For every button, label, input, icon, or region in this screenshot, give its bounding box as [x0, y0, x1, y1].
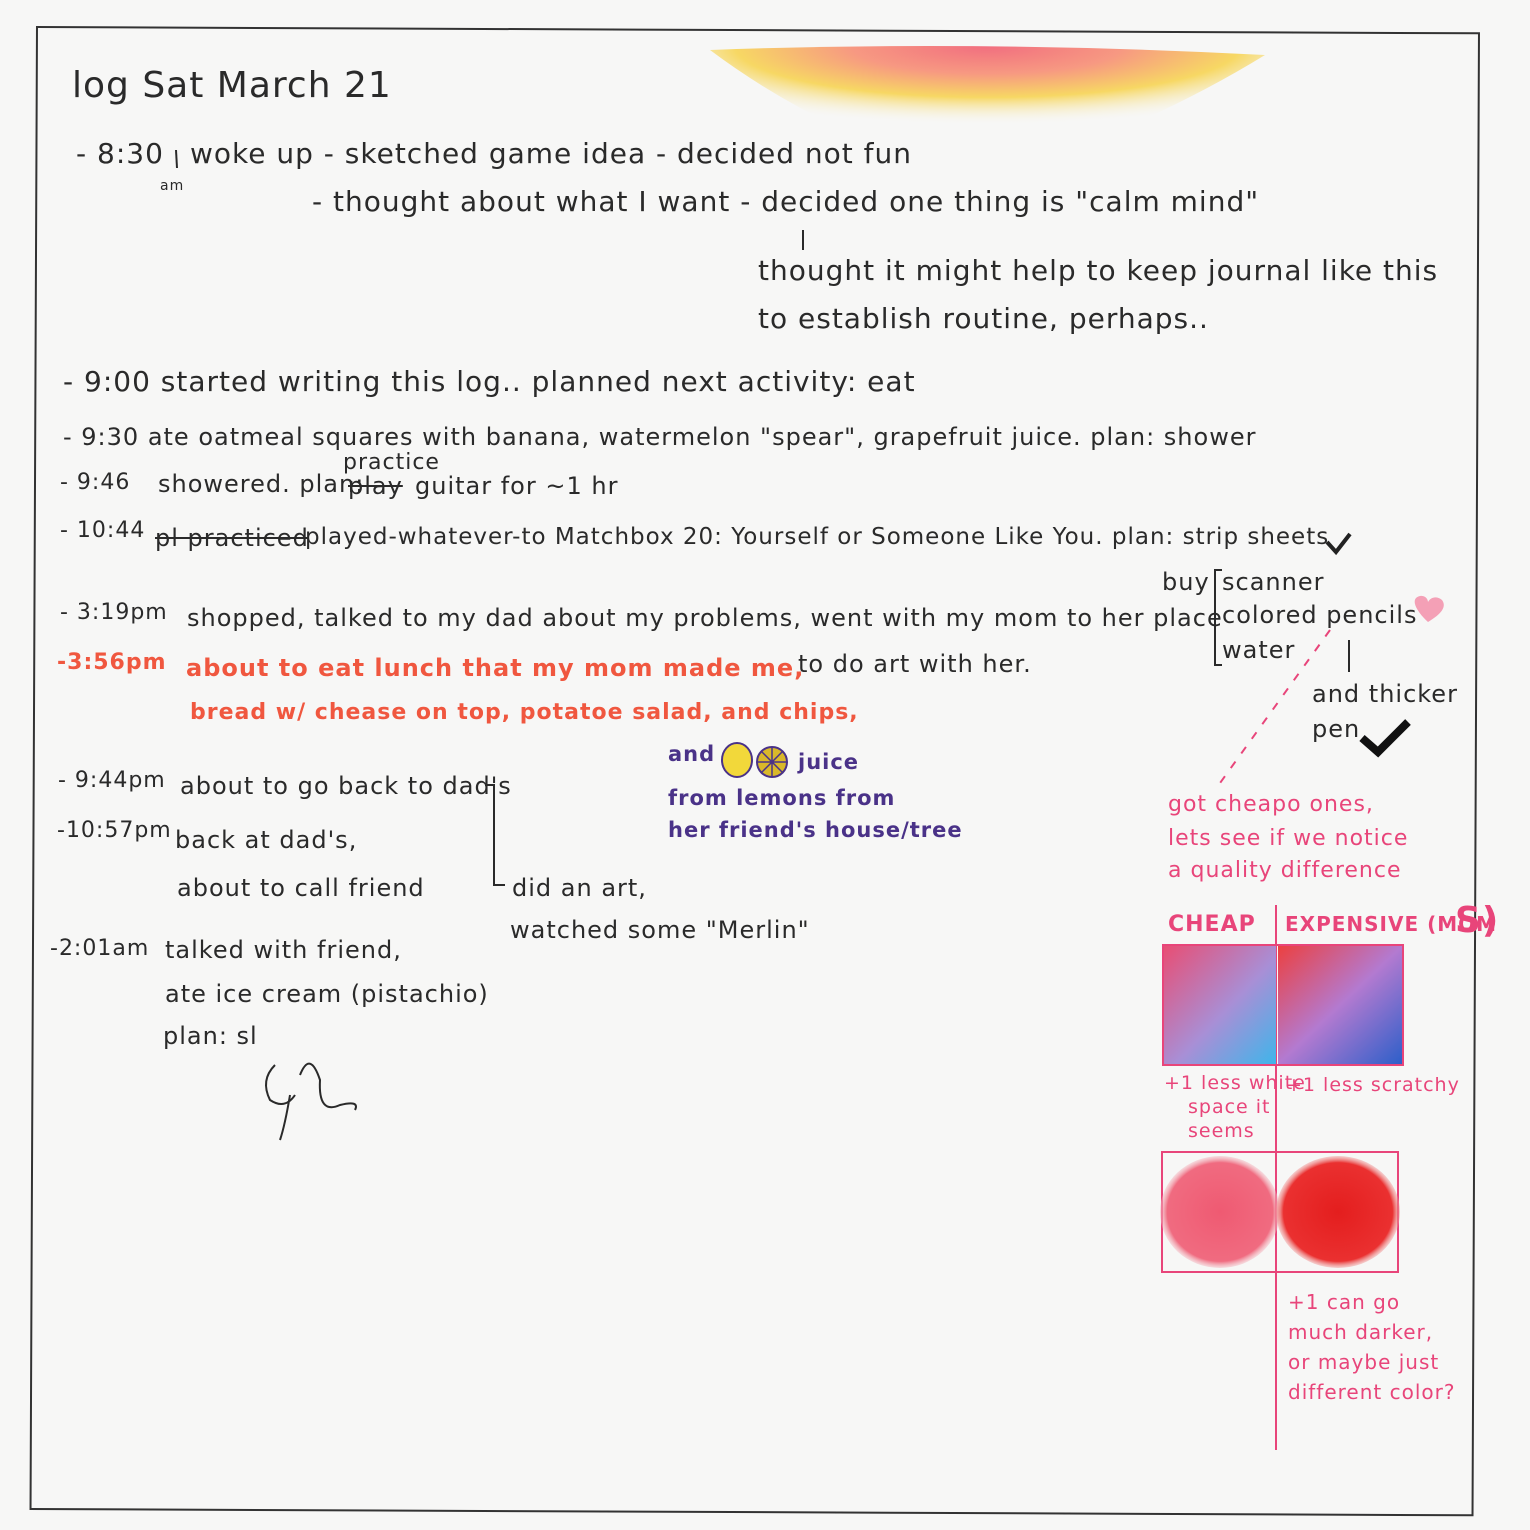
dark-note-1: +1 can go	[1288, 1290, 1401, 1314]
dark-note-4: different color?	[1288, 1380, 1456, 1404]
entry-319-line-1: shopped, talked to my dad about my probl…	[187, 604, 1223, 632]
buy-item-scanner: scanner	[1222, 568, 1325, 596]
entry-946-text-2: guitar for ~1 hr	[415, 472, 619, 500]
entry-930: - 9:30 ate oatmeal squares with banana, …	[63, 423, 1257, 451]
entry-944-text: about to go back to dad's	[180, 772, 512, 800]
entry-319-line-2: to do art with her.	[798, 650, 1032, 678]
juice-line-3: her friend's house/tree	[668, 818, 963, 842]
cheap-label: CHEAP	[1168, 912, 1256, 937]
entry-944-time: - 9:44pm	[58, 768, 166, 793]
entry-1057-time: -10:57pm	[57, 818, 172, 843]
entry-900: - 9:00 started writing this log.. planne…	[63, 365, 916, 398]
entry-830-time: - 8:30	[76, 137, 164, 170]
buy-extra-2: pen	[1312, 715, 1361, 743]
page-title: log Sat March 21	[72, 65, 392, 106]
entry-356-time: -3:56pm	[57, 650, 167, 675]
entry-201-line-1: talked with friend,	[165, 936, 402, 964]
entry-830-line-4: to establish routine, perhaps..	[758, 302, 1209, 335]
pencil-note-1: got cheapo ones,	[1168, 792, 1374, 817]
entry-1057-line-2: about to call friend	[177, 874, 425, 902]
cheap-note-2: space it	[1188, 1096, 1271, 1118]
entry-946-struck: play	[348, 472, 403, 500]
entry-201-line-2: ate ice cream (pistachio)	[165, 980, 489, 1008]
entry-1044-text: played-whatever-to Matchbox 20: Yourself…	[305, 524, 1330, 550]
entry-1044-struck: pl practiced	[155, 524, 309, 552]
entry-830-ampm: am	[160, 178, 185, 194]
cheap-note-3: seems	[1188, 1120, 1255, 1142]
entry-356-line-1: about to eat lunch that my mom made me,	[186, 654, 805, 682]
entry-1044-time: - 10:44	[60, 518, 146, 543]
dark-note-2: much darker,	[1288, 1320, 1434, 1344]
entry-830-line-3: thought it might help to keep journal li…	[758, 254, 1439, 287]
juice-and: and	[668, 742, 716, 766]
buy-item-water: water	[1222, 636, 1296, 664]
entry-201-time: -2:01am	[50, 936, 150, 961]
art-line-2: watched some "Merlin"	[510, 916, 810, 944]
buy-item-pencils: colored pencils	[1222, 601, 1418, 629]
buy-extra-1: and thicker	[1312, 680, 1458, 708]
cheap-note-1: +1 less white	[1164, 1072, 1306, 1094]
expensive-note-1: +1 less scratchy	[1286, 1074, 1460, 1096]
dark-note-3: or maybe just	[1288, 1350, 1440, 1374]
entry-356-line-2: bread w/ chease on top, potatoe salad, a…	[190, 700, 859, 725]
buy-label: buy	[1162, 568, 1210, 596]
entry-946-text-1: showered. plan:	[158, 470, 365, 498]
juice-line-2: from lemons from	[668, 786, 896, 810]
art-line-1: did an art,	[512, 874, 647, 902]
entry-201-line-3: plan: sl	[163, 1022, 258, 1050]
expensive-paren: S)	[1455, 900, 1500, 941]
entry-830-line-2: - thought about what I want - decided on…	[312, 185, 1260, 218]
entry-946-time: - 9:46	[60, 470, 131, 495]
entry-1057-line-1: back at dad's,	[175, 826, 358, 854]
pencil-note-2: lets see if we notice	[1168, 826, 1409, 851]
entry-319-time: - 3:19pm	[60, 600, 168, 625]
entry-830-line-1: woke up - sketched game idea - decided n…	[190, 137, 912, 170]
pencil-note-3: a quality difference	[1168, 858, 1402, 883]
juice-word: juice	[798, 750, 860, 774]
